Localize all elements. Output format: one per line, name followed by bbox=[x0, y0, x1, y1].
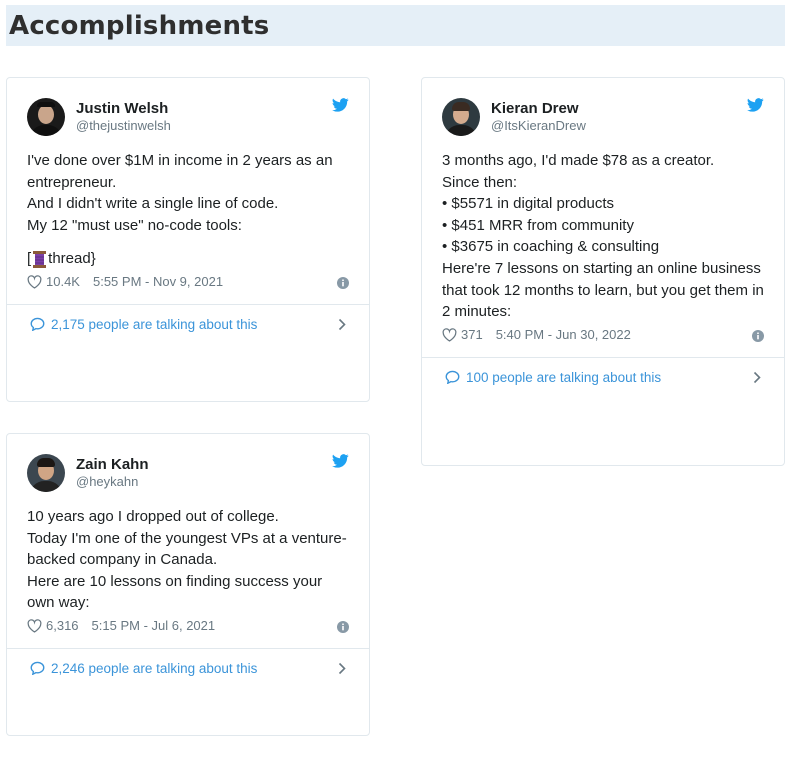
chevron-right-icon[interactable] bbox=[753, 371, 761, 384]
speech-bubble-icon bbox=[445, 370, 460, 385]
thread-line: [ thread} bbox=[27, 250, 96, 268]
chevron-right-icon[interactable] bbox=[338, 318, 346, 331]
author-handle[interactable]: @thejustinwelsh bbox=[76, 117, 171, 134]
author-handle[interactable]: @ItsKieranDrew bbox=[491, 117, 586, 134]
info-icon[interactable] bbox=[337, 620, 349, 633]
heart-icon[interactable] bbox=[442, 327, 457, 342]
heart-icon[interactable] bbox=[27, 619, 42, 633]
speech-bubble-icon bbox=[30, 662, 45, 676]
tweet-meta: 10.4K 5:55 PM - Nov 9, 2021 bbox=[27, 273, 349, 291]
like-count[interactable]: 371 bbox=[461, 327, 483, 342]
like-count[interactable]: 6,316 bbox=[46, 618, 79, 633]
thread-spool-icon bbox=[33, 250, 47, 268]
tweet-timestamp[interactable]: 5:15 PM - Jul 6, 2021 bbox=[92, 618, 216, 633]
conversation-link[interactable]: 2,246 people are talking about this bbox=[7, 647, 369, 688]
tweet-card-kieran-drew[interactable]: Kieran Drew @ItsKieranDrew 3 months ago,… bbox=[421, 77, 785, 466]
twitter-bird-icon[interactable] bbox=[332, 454, 349, 468]
info-icon[interactable] bbox=[752, 329, 764, 342]
tweet-timestamp[interactable]: 5:40 PM - Jun 30, 2022 bbox=[496, 327, 631, 342]
page-header: Accomplishments bbox=[6, 5, 785, 46]
twitter-bird-icon[interactable] bbox=[332, 98, 349, 112]
tweet-author[interactable]: Justin Welsh @thejustinwelsh bbox=[27, 98, 349, 136]
chevron-right-icon[interactable] bbox=[338, 662, 346, 675]
tweet-timestamp[interactable]: 5:55 PM - Nov 9, 2021 bbox=[93, 274, 223, 289]
avatar[interactable] bbox=[27, 98, 65, 136]
tweet-author[interactable]: Zain Kahn @heykahn bbox=[27, 454, 349, 492]
speech-bubble-icon bbox=[30, 318, 45, 332]
tweet-text: 10 years ago I dropped out of college. T… bbox=[27, 508, 347, 612]
author-name[interactable]: Kieran Drew bbox=[491, 100, 586, 117]
info-icon[interactable] bbox=[337, 276, 349, 289]
tweet-card-zain-kahn[interactable]: Zain Kahn @heykahn 10 years ago I droppe… bbox=[6, 433, 370, 736]
page-title: Accomplishments bbox=[9, 10, 270, 41]
heart-icon[interactable] bbox=[27, 275, 42, 289]
tweet-card-justin-welsh[interactable]: Justin Welsh @thejustinwelsh I've done o… bbox=[6, 77, 370, 402]
author-name[interactable]: Zain Kahn bbox=[76, 456, 149, 473]
avatar[interactable] bbox=[442, 98, 480, 136]
tweet-meta: 371 5:40 PM - Jun 30, 2022 bbox=[442, 326, 764, 344]
twitter-bird-icon[interactable] bbox=[747, 98, 764, 112]
author-name[interactable]: Justin Welsh bbox=[76, 100, 171, 117]
conversation-link[interactable]: 2,175 people are talking about this bbox=[7, 303, 369, 344]
tweet-meta: 6,316 5:15 PM - Jul 6, 2021 bbox=[27, 617, 349, 635]
avatar[interactable] bbox=[27, 454, 65, 492]
tweet-author[interactable]: Kieran Drew @ItsKieranDrew bbox=[442, 98, 764, 136]
conversation-link[interactable]: 100 people are talking about this bbox=[422, 356, 784, 397]
tweet-text: I've done over $1M in income in 2 years … bbox=[27, 152, 337, 234]
conversation-text[interactable]: 2,246 people are talking about this bbox=[51, 661, 257, 676]
like-count[interactable]: 10.4K bbox=[46, 274, 80, 289]
conversation-text[interactable]: 100 people are talking about this bbox=[466, 370, 661, 385]
author-handle[interactable]: @heykahn bbox=[76, 473, 149, 490]
conversation-text[interactable]: 2,175 people are talking about this bbox=[51, 317, 257, 332]
tweet-text: 3 months ago, I'd made $78 as a creator.… bbox=[442, 152, 769, 321]
